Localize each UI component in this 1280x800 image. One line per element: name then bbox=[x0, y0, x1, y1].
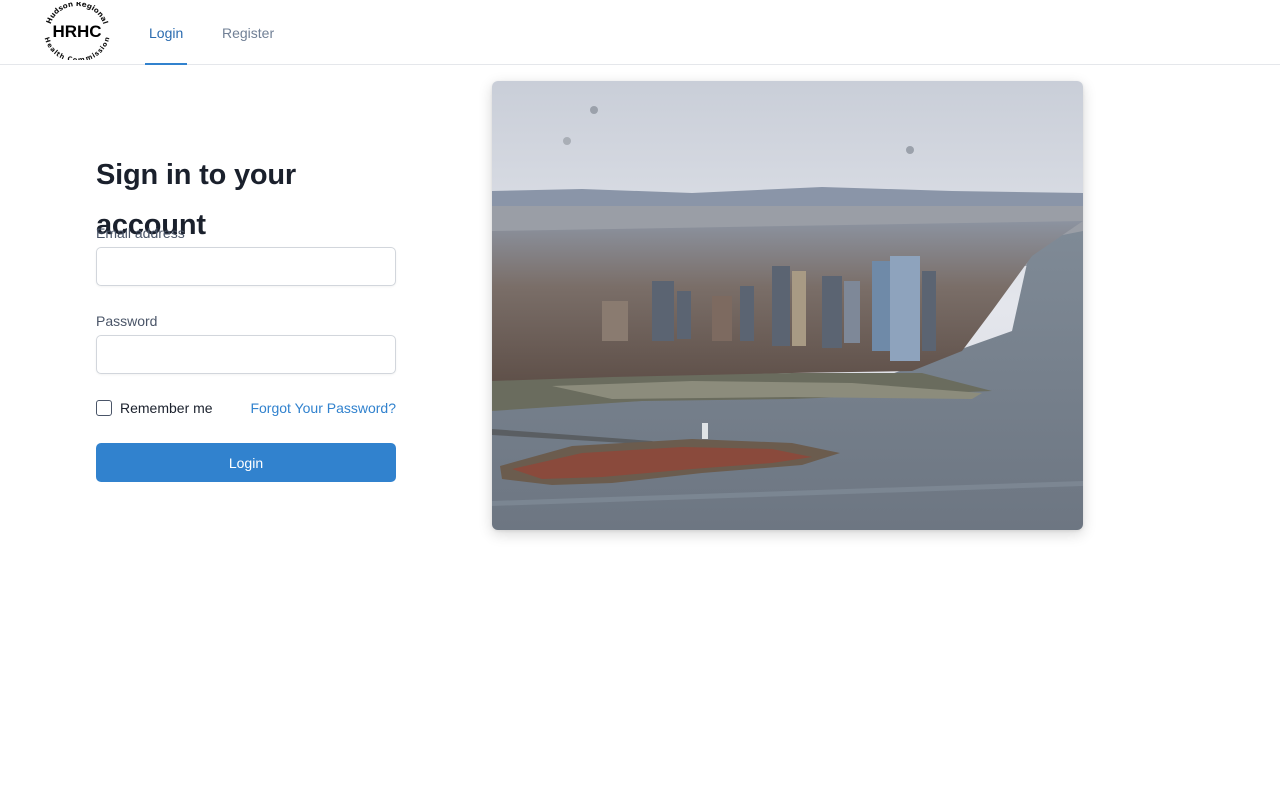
email-field[interactable] bbox=[96, 247, 396, 286]
top-navbar: Hudson Regional Health Commission HRHC L… bbox=[0, 0, 1280, 65]
password-label: Password bbox=[96, 313, 158, 329]
svg-text:HRHC: HRHC bbox=[52, 22, 101, 41]
remember-me-checkbox[interactable] bbox=[96, 400, 112, 416]
hrhc-logo-icon: Hudson Regional Health Commission HRHC bbox=[44, 2, 110, 60]
forgot-password-link[interactable]: Forgot Your Password? bbox=[250, 400, 396, 417]
hero-photo bbox=[492, 81, 1083, 530]
email-label: Email address bbox=[96, 225, 185, 241]
remember-row: Remember me Forgot Your Password? bbox=[96, 400, 396, 417]
nav-login-tab[interactable]: Login bbox=[145, 0, 188, 65]
city-aerial-photo-icon bbox=[492, 81, 1083, 530]
login-button[interactable]: Login bbox=[96, 443, 396, 482]
hrhc-logo[interactable]: Hudson Regional Health Commission HRHC bbox=[44, 2, 110, 60]
password-field[interactable] bbox=[96, 335, 396, 374]
sign-in-form: Sign in to your account Email address Pa… bbox=[96, 150, 396, 482]
nav-register-tab[interactable]: Register bbox=[218, 0, 278, 65]
remember-me-label[interactable]: Remember me bbox=[120, 400, 213, 417]
